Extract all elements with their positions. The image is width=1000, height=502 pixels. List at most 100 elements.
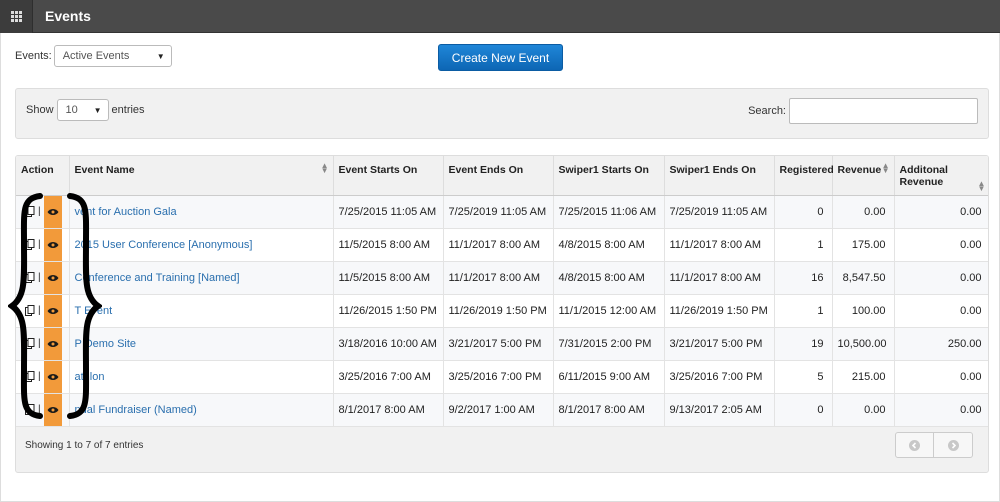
column-header-registered[interactable]: Registered: [774, 156, 834, 196]
copy-icon[interactable]: [25, 238, 35, 251]
sort-icon: ▲ ▼: [977, 179, 986, 193]
table-row: | 2015 User Conference [Anonymous] 11/5/20…: [16, 228, 988, 262]
revenue-cell: 8,547.50: [832, 261, 895, 295]
action-separator: |: [38, 305, 41, 316]
revenue-cell: 100.00: [832, 294, 895, 328]
action-separator: |: [38, 404, 41, 415]
action-separator: |: [38, 272, 41, 283]
action-cell: |: [16, 261, 70, 295]
event-name-cell[interactable]: athlon: [69, 360, 334, 394]
search-input[interactable]: [789, 98, 978, 124]
copy-icon[interactable]: [25, 304, 35, 317]
swiper1-ends-on-cell: 7/25/2019 11:05 AM: [664, 195, 775, 229]
action-cell: |: [16, 360, 70, 394]
view-button[interactable]: [43, 195, 62, 227]
table-row: | Conference and Training [Named] 11/5/201…: [16, 261, 988, 295]
table-row: | P Demo Site 3/18/2016 10:00 AM 3/21/2017 …: [16, 327, 988, 361]
swiper1-ends-on-cell: 9/13/2017 2:05 AM: [664, 393, 775, 427]
copy-icon[interactable]: [25, 370, 35, 383]
arrow-left-icon: [909, 439, 920, 451]
action-cell: |: [16, 294, 70, 328]
event-name-cell[interactable]: P Demo Site: [69, 327, 334, 361]
next-page-button[interactable]: [934, 432, 973, 458]
page-title: Events: [45, 8, 91, 24]
eye-icon: [47, 208, 59, 215]
copy-icon[interactable]: [25, 337, 35, 350]
swiper1-starts-on-cell: 7/25/2015 11:06 AM: [553, 195, 665, 229]
additional-revenue-cell: 0.00: [894, 261, 988, 295]
show-label: Show: [26, 104, 54, 116]
additional-revenue-cell: 0.00: [894, 360, 988, 394]
eye-icon: [47, 340, 59, 347]
grid-icon: [10, 11, 22, 22]
table-controls-panel: Show 10 ▼ entries Search:: [15, 88, 989, 139]
view-button[interactable]: [43, 393, 62, 425]
copy-icon[interactable]: [25, 205, 35, 218]
event-ends-on-cell: 11/1/2017 8:00 AM: [443, 228, 554, 262]
page-length-select[interactable]: 10 ▼: [56, 99, 109, 121]
action-separator: |: [38, 239, 41, 250]
event-name-cell[interactable]: T Event: [69, 294, 334, 328]
event-name-cell[interactable]: Conference and Training [Named]: [69, 261, 334, 295]
eye-icon: [47, 274, 59, 281]
revenue-cell: 215.00: [832, 360, 895, 394]
column-header-additional-revenue[interactable]: Additonal Revenue ▲ ▼: [894, 156, 988, 196]
additional-revenue-cell: 0.00: [894, 195, 988, 229]
table-body: | vent for Auction Gala 7/25/2015 11:05 AM…: [16, 195, 988, 427]
registered-cell: 0: [774, 195, 833, 229]
event-name-cell[interactable]: nual Fundraiser (Named): [69, 393, 334, 427]
previous-page-button[interactable]: [895, 432, 934, 458]
view-button[interactable]: [43, 261, 62, 293]
view-button[interactable]: [43, 294, 62, 326]
caret-down-icon: ▼: [93, 105, 102, 115]
registered-cell: 5: [774, 360, 833, 394]
view-button[interactable]: [43, 228, 62, 260]
top-bar: Events: [0, 0, 1000, 33]
column-header-event-name[interactable]: Event Name ▲ ▼: [69, 156, 334, 196]
sort-icon: ▲ ▼: [320, 161, 329, 175]
eye-icon: [47, 307, 59, 314]
action-cell: |: [16, 195, 70, 229]
revenue-cell: 175.00: [832, 228, 895, 262]
revenue-cell: 0.00: [832, 393, 895, 427]
column-header-event-ends-on[interactable]: Event Ends On: [443, 156, 554, 196]
view-button[interactable]: [43, 327, 62, 359]
action-cell: |: [16, 327, 70, 361]
swiper1-ends-on-cell: 11/1/2017 8:00 AM: [664, 261, 775, 295]
column-header-event-starts-on[interactable]: Event Starts On: [333, 156, 444, 196]
event-ends-on-cell: 9/2/2017 1:00 AM: [443, 393, 554, 427]
event-starts-on-cell: 8/1/2017 8:00 AM: [333, 393, 444, 427]
registered-cell: 1: [774, 228, 833, 262]
page-length-value: 10: [65, 104, 78, 116]
events-filter-select[interactable]: Active Events ▼: [53, 45, 172, 67]
swiper1-starts-on-cell: 4/8/2015 8:00 AM: [553, 228, 665, 262]
pagination: [895, 432, 973, 458]
table-row: | athlon 3/25/2016 7:00 AM 3/25/2016 7:00 P…: [16, 360, 988, 394]
column-header-swiper1-ends-on[interactable]: Swiper1 Ends On: [664, 156, 775, 196]
create-new-event-button[interactable]: Create New Event: [438, 44, 563, 71]
search-control: Search:: [748, 98, 978, 124]
copy-icon[interactable]: [25, 271, 35, 284]
view-button[interactable]: [43, 360, 62, 392]
events-table: Action Event Name ▲ ▼ Event Starts On Even…: [16, 156, 988, 427]
apps-menu-button[interactable]: [0, 0, 33, 33]
event-starts-on-cell: 11/5/2015 8:00 AM: [333, 261, 444, 295]
event-starts-on-cell: 3/18/2016 10:00 AM: [333, 327, 444, 361]
revenue-cell: 0.00: [832, 195, 895, 229]
action-separator: |: [38, 338, 41, 349]
additional-revenue-cell: 250.00: [894, 327, 988, 361]
copy-icon[interactable]: [25, 403, 35, 416]
column-header-action: Action: [16, 156, 70, 196]
swiper1-ends-on-cell: 3/21/2017 5:00 PM: [664, 327, 775, 361]
action-cell: |: [16, 228, 70, 262]
column-header-revenue[interactable]: Revenue ▲ ▼: [832, 156, 895, 196]
event-name-cell[interactable]: 2015 User Conference [Anonymous]: [69, 228, 334, 262]
event-name-cell[interactable]: vent for Auction Gala: [69, 195, 334, 229]
additional-revenue-cell: 0.00: [894, 393, 988, 427]
action-separator: |: [38, 371, 41, 382]
column-header-swiper1-starts-on[interactable]: Swiper1 Starts On: [553, 156, 665, 196]
events-filter-value: Active Events: [62, 50, 130, 62]
revenue-cell: 10,500.00: [832, 327, 895, 361]
events-filter: Events: Active Events ▼: [15, 45, 172, 67]
event-starts-on-cell: 3/25/2016 7:00 AM: [333, 360, 444, 394]
